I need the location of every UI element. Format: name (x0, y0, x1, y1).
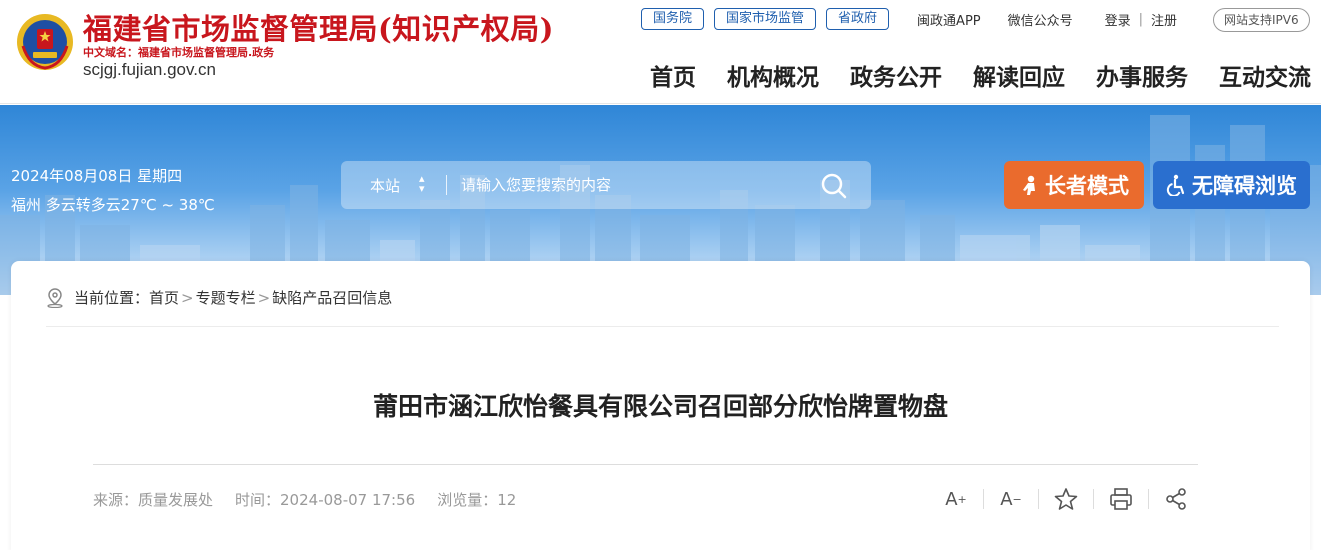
tool-divider (1148, 489, 1149, 509)
register-link[interactable]: 注册 (1151, 10, 1177, 29)
article-views: 浏览量：12 (437, 491, 517, 509)
nav-organization[interactable]: 机构概况 (727, 58, 819, 92)
search-bar: 本站 ▴ ▾ (341, 161, 871, 209)
chinese-domain: 中文域名：福建省市场监督管理局.政务 (83, 46, 275, 59)
nav-interpretation[interactable]: 解读回应 (973, 58, 1065, 92)
nav-services[interactable]: 办事服务 (1096, 58, 1188, 92)
nav-gov-affairs[interactable]: 政务公开 (850, 58, 942, 92)
article-source: 来源：质量发展处 (93, 491, 214, 509)
breadcrumb-home[interactable]: 首页 (149, 287, 179, 308)
weather-info: 福州 多云转多云27℃ ~ 38℃ (11, 196, 215, 214)
share-icon[interactable] (1161, 484, 1191, 514)
search-scope-select[interactable]: 本站 (370, 175, 400, 196)
article-title: 莆田市涵江欣怡餐具有限公司召回部分欣怡牌置物盘 (372, 392, 948, 421)
login-link[interactable]: 登录 (1105, 10, 1131, 29)
site-title[interactable]: 福建省市场监督管理局(知识产权局) (83, 6, 554, 48)
elder-mode-button[interactable]: 长者模式 (1004, 161, 1144, 209)
location-pin-icon (47, 287, 63, 308)
breadcrumb-separator: > (257, 288, 271, 307)
link-state-council[interactable]: 国务院 (641, 8, 705, 30)
search-icon[interactable] (819, 171, 849, 201)
nav-home[interactable]: 首页 (650, 58, 696, 92)
link-mztapp[interactable]: 闽政通APP (917, 10, 981, 29)
breadcrumb-divider (46, 326, 1279, 327)
breadcrumb-separator: > (181, 288, 194, 307)
font-decrease-icon[interactable]: A − (996, 484, 1026, 514)
link-provincial-gov[interactable]: 省政府 (826, 8, 890, 30)
top-links: 国务院 国家市场监管 省政府 闽政通APP 微信公众号 登录 | 注册 (641, 8, 1177, 30)
scope-toggle-icon[interactable]: ▴ ▾ (419, 173, 425, 194)
print-icon[interactable] (1106, 484, 1136, 514)
tool-divider (1038, 489, 1039, 509)
accessibility-label: 无障碍浏览 (1192, 174, 1297, 198)
breadcrumb: 当前位置： 首页 > 专题专栏 > 缺陷产品召回信息 (46, 287, 392, 308)
elder-mode-label: 长者模式 (1045, 174, 1129, 198)
link-wechat[interactable]: 微信公众号 (1008, 10, 1073, 29)
tool-divider (1093, 489, 1094, 509)
national-emblem-icon (17, 14, 73, 70)
link-samr[interactable]: 国家市场监管 (714, 8, 817, 30)
main-nav: 首页 机构概况 政务公开 解读回应 办事服务 互动交流 (619, 58, 1311, 92)
wheelchair-icon (1166, 174, 1185, 196)
search-input[interactable] (461, 169, 801, 201)
title-divider (93, 464, 1198, 465)
site-domain: scjgj.fujian.gov.cn (83, 60, 216, 79)
ipv6-badge: 网站支持IPV6 (1213, 8, 1310, 32)
font-decrease-label: A (1000, 488, 1013, 510)
breadcrumb-topics[interactable]: 专题专栏 (196, 287, 256, 308)
font-increase-label: A (945, 488, 958, 510)
search-divider (446, 175, 447, 195)
current-date: 2024年08月08日 星期四 (11, 167, 183, 185)
link-separator: | (1138, 11, 1144, 27)
article-card: 当前位置： 首页 > 专题专栏 > 缺陷产品召回信息 莆田市涵江欣怡餐具有限公司… (11, 261, 1310, 550)
font-increase-icon[interactable]: A + (941, 484, 971, 514)
site-header: 福建省市场监督管理局(知识产权局) 中文域名：福建省市场监督管理局.政务 scj… (0, 0, 1321, 104)
breadcrumb-label: 当前位置： (74, 289, 150, 307)
article-meta: 来源：质量发展处 时间：2024-08-07 17:56 浏览量：12 (93, 489, 538, 510)
tool-divider (983, 489, 984, 509)
article-tools: A + A − (941, 484, 1191, 514)
star-icon[interactable] (1051, 484, 1081, 514)
elder-person-icon (1023, 175, 1035, 195)
breadcrumb-recall[interactable]: 缺陷产品召回信息 (272, 287, 392, 308)
nav-interaction[interactable]: 互动交流 (1219, 58, 1311, 92)
accessibility-button[interactable]: 无障碍浏览 (1153, 161, 1310, 209)
article-time: 时间：2024-08-07 17:56 (235, 491, 416, 509)
